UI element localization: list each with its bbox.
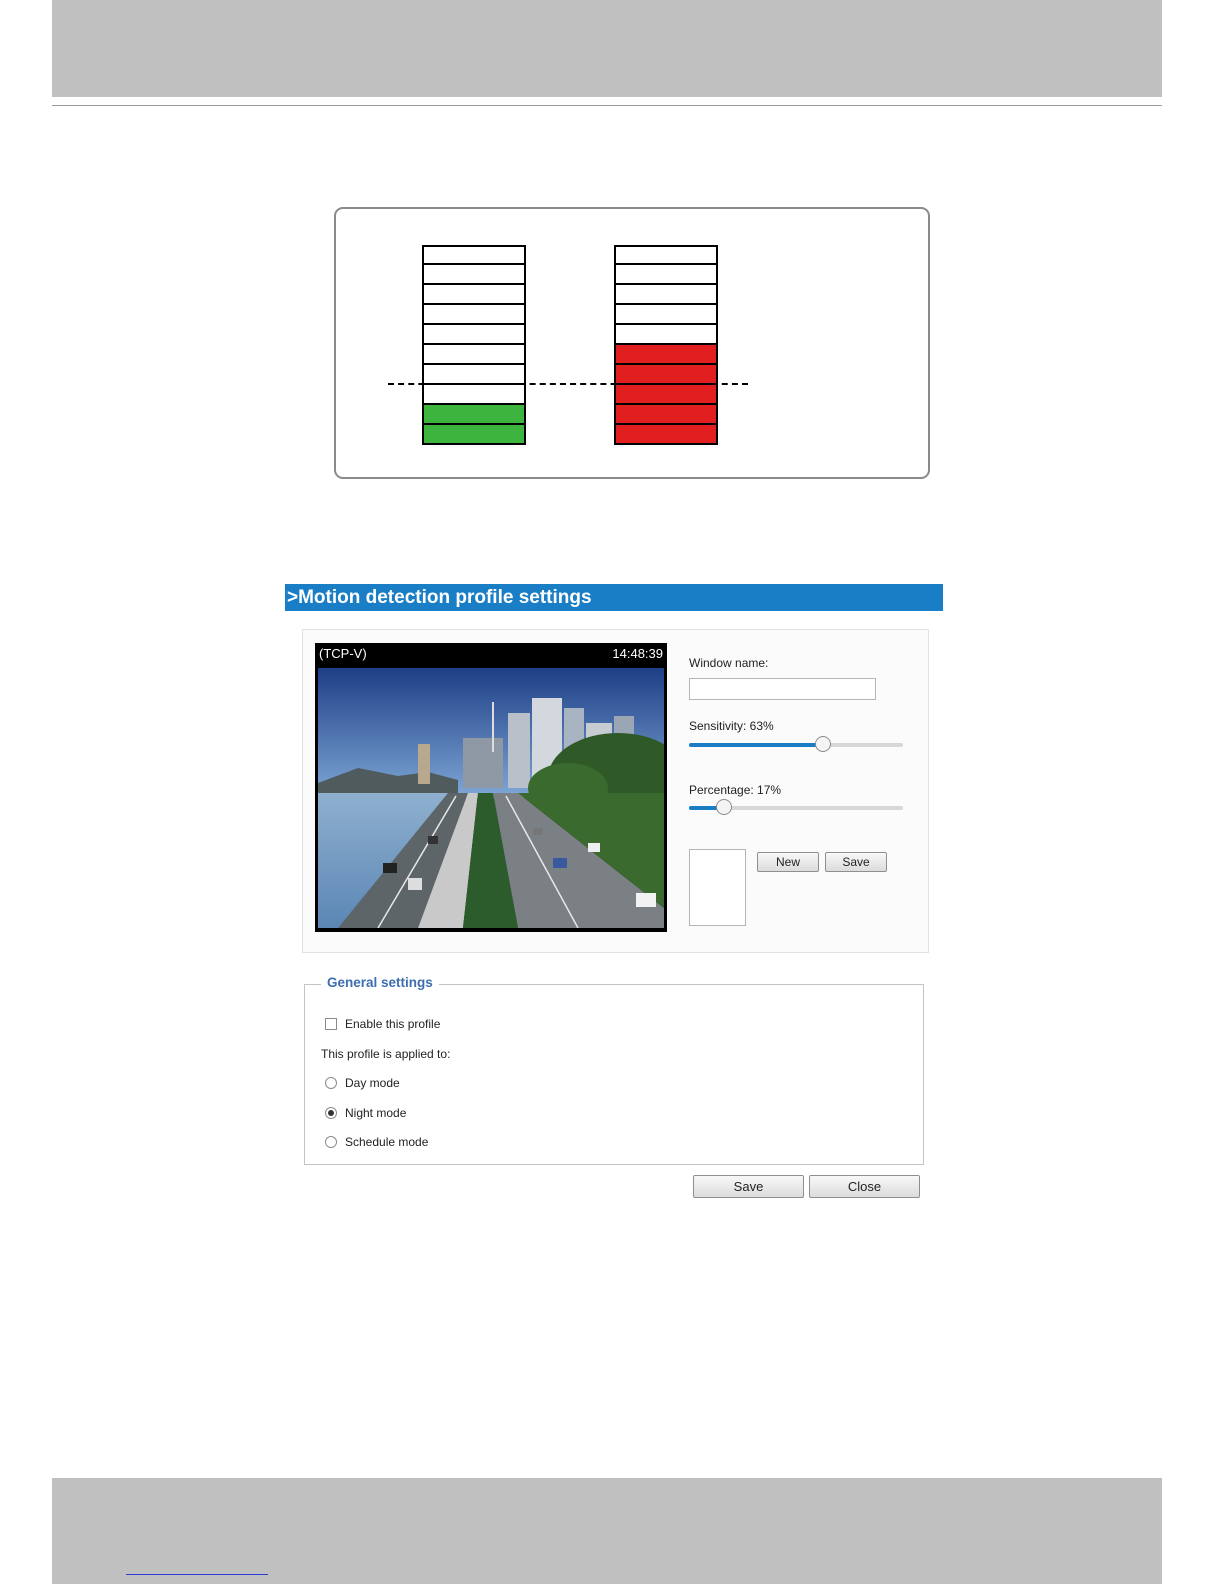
live-video-view[interactable]: (TCP-V) 14:48:39 <box>315 643 667 932</box>
meter-cell <box>422 305 526 325</box>
percentage-handle[interactable] <box>716 799 733 815</box>
meter-cell <box>422 325 526 345</box>
meter-cell <box>614 405 718 425</box>
meter-cell <box>422 345 526 365</box>
close-button[interactable]: Close <box>809 1175 920 1198</box>
meter-cell <box>422 265 526 285</box>
save-window-button[interactable]: Save <box>825 852 887 872</box>
motion-window-panel: (TCP-V) 14:48:39 Window name: Sensitivit… <box>302 629 929 953</box>
general-settings-legend: General settings <box>321 975 439 990</box>
meter-cell <box>422 425 526 445</box>
page-footer-band <box>52 1478 1162 1584</box>
applied-to-label: This profile is applied to: <box>321 1047 451 1061</box>
sensitivity-slider[interactable] <box>689 735 903 755</box>
window-name-input[interactable] <box>689 678 876 700</box>
level-meter-diagram <box>334 207 930 479</box>
meter-cell <box>614 345 718 365</box>
night-mode-radio[interactable] <box>325 1107 337 1119</box>
meter-cell <box>614 385 718 405</box>
level-meter-left <box>422 245 526 445</box>
schedule-mode-label[interactable]: Schedule mode <box>345 1135 428 1149</box>
meter-cell <box>614 305 718 325</box>
video-caption-bar: (TCP-V) 14:48:39 <box>315 643 667 667</box>
night-mode-label[interactable]: Night mode <box>345 1106 406 1120</box>
meter-cell <box>614 285 718 305</box>
footer-link-underline[interactable] <box>126 1574 268 1575</box>
meter-cell <box>614 265 718 285</box>
level-meter-right <box>614 245 718 445</box>
general-settings-group: General settings Enable this profile Thi… <box>304 975 924 1165</box>
sensitivity-label: Sensitivity: 63% <box>689 719 774 733</box>
window-name-label: Window name: <box>689 656 769 670</box>
threshold-line <box>388 383 748 385</box>
enable-profile-checkbox[interactable] <box>325 1018 337 1030</box>
enable-profile-label[interactable]: Enable this profile <box>345 1017 440 1031</box>
meter-cell <box>422 385 526 405</box>
day-mode-label[interactable]: Day mode <box>345 1076 400 1090</box>
save-button[interactable]: Save <box>693 1175 804 1198</box>
meter-cell <box>422 245 526 265</box>
video-timestamp: 14:48:39 <box>612 646 663 661</box>
new-window-button[interactable]: New <box>757 852 819 872</box>
percentage-slider[interactable] <box>689 798 903 818</box>
sensitivity-handle[interactable] <box>814 736 831 752</box>
meter-cell <box>614 425 718 445</box>
header-divider <box>52 105 1162 106</box>
meter-cell <box>614 365 718 385</box>
meter-cell <box>422 405 526 425</box>
percentage-label: Percentage: 17% <box>689 783 782 797</box>
day-mode-radio[interactable] <box>325 1077 337 1089</box>
sensitivity-fill <box>689 743 824 747</box>
schedule-mode-radio[interactable] <box>325 1136 337 1148</box>
camera-scene-image <box>318 668 664 928</box>
panel-title: >Motion detection profile settings <box>285 584 943 611</box>
meter-cell <box>422 285 526 305</box>
window-list-box[interactable] <box>689 849 746 926</box>
meter-cell <box>614 245 718 265</box>
page-header-band <box>52 0 1162 97</box>
meter-cell <box>614 325 718 345</box>
meter-cell <box>422 365 526 385</box>
video-source-label: (TCP-V) <box>319 646 367 661</box>
